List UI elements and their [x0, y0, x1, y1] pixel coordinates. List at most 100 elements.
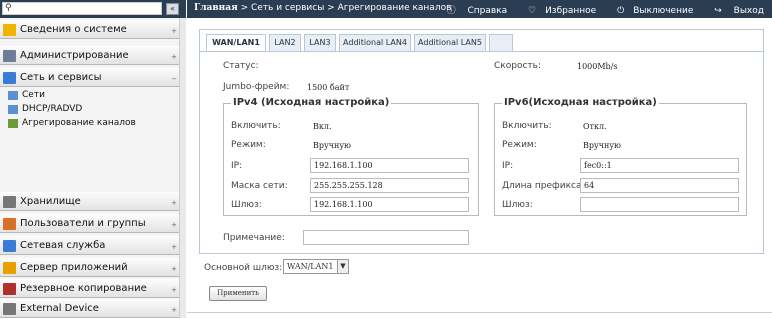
network-icon	[3, 72, 16, 84]
favorites-link[interactable]: ♡ Избранное	[519, 6, 596, 16]
users-icon	[3, 218, 16, 230]
ipv6-ip-input[interactable]: fec0::1	[580, 158, 739, 173]
sidebar-item-administration[interactable]: Администрирование +	[0, 46, 179, 65]
ipv4-gateway-input[interactable]: 192.168.1.100	[310, 197, 469, 212]
ipv4-ip-input[interactable]: 192.168.1.100	[310, 158, 469, 173]
expand-icon[interactable]: +	[171, 281, 177, 299]
ipv6-group: IPv6(Исходная настройка) Включить: Откл.…	[494, 97, 747, 216]
logout-label: Выход	[733, 6, 764, 16]
ipv4-mask-input[interactable]: 255.255.255.128	[310, 178, 469, 193]
network-service-icon	[3, 240, 16, 252]
ipv4-mode-label: Режим:	[231, 140, 266, 150]
tools-icon	[3, 50, 16, 62]
favorites-label: Избранное	[545, 6, 597, 16]
info-icon	[3, 24, 16, 36]
sidebar-item-label: Администрирование	[20, 50, 129, 61]
search-bar: ⚲ «	[0, 0, 186, 18]
shutdown-label: Выключение	[633, 6, 694, 16]
logout-link[interactable]: ↪ Выход	[705, 6, 764, 16]
default-gateway-label: Основной шлюз:	[204, 263, 283, 273]
apply-button[interactable]: Применить	[209, 286, 267, 301]
help-link[interactable]: ⓘ Справка	[438, 6, 508, 16]
sidebar-subitem-link-aggregation[interactable]: Агрегирование каналов	[8, 118, 136, 129]
tab-extra[interactable]	[489, 34, 513, 51]
sidebar-item-backup[interactable]: Резервное копирование +	[0, 279, 179, 298]
expand-icon[interactable]: +	[171, 238, 177, 256]
tab-additional-lan5[interactable]: Additional LAN5	[414, 34, 486, 51]
logout-icon: ↪	[714, 6, 722, 16]
help-label: Справка	[467, 6, 508, 16]
expand-icon[interactable]: +	[171, 48, 177, 66]
status-label: Статус:	[223, 61, 259, 71]
sidebar-subitem-dhcp[interactable]: DHCP/RADVD	[8, 104, 82, 115]
default-gateway-select[interactable]: WAN/LAN1	[283, 259, 338, 274]
ipv4-enable-value: Вкл.	[313, 122, 332, 131]
sidebar-subitem-label: DHCP/RADVD	[22, 104, 83, 114]
collapse-sidebar-button[interactable]: «	[166, 3, 179, 15]
backup-icon	[3, 283, 16, 295]
footer-divider	[187, 312, 772, 313]
sidebar-item-label: Пользователи и группы	[20, 218, 146, 229]
tab-additional-lan4[interactable]: Additional LAN4	[339, 34, 411, 51]
ipv6-gateway-label: Шлюз:	[502, 200, 533, 210]
sidebar-item-network-service[interactable]: Сетевая служба +	[0, 236, 179, 255]
sidebar-item-label: Сетевая служба	[20, 240, 106, 251]
ipv6-prefix-label: Длина префикса:	[502, 181, 585, 191]
expand-icon[interactable]: +	[171, 22, 177, 40]
expand-icon[interactable]: +	[171, 260, 177, 278]
sidebar-item-label: Сведения о системе	[20, 24, 127, 35]
settings-panel: WAN/LAN1 LAN2 LAN3 Additional LAN4 Addit…	[199, 29, 764, 254]
ipv6-gateway-input[interactable]	[580, 197, 739, 212]
shutdown-link[interactable]: ⏻ Выключение	[608, 6, 693, 16]
sidebar-subitem-networks[interactable]: Сети	[8, 90, 45, 101]
search-icon: ⚲	[5, 3, 12, 13]
ipv6-enable-value: Откл.	[583, 122, 607, 131]
note-input[interactable]	[303, 230, 469, 245]
expand-icon[interactable]: +	[171, 216, 177, 234]
speed-value: 1000Mb/s	[577, 62, 618, 71]
help-icon: ⓘ	[446, 6, 456, 16]
note-label: Примечание:	[223, 233, 285, 243]
dhcp-icon	[8, 105, 18, 114]
sidebar-item-network-services[interactable]: Сеть и сервисы −	[0, 68, 179, 87]
heart-icon: ♡	[528, 6, 537, 16]
sidebar: ⚲ « Сведения о системе + Администрирован…	[0, 0, 186, 318]
network-icon	[8, 91, 18, 100]
jumbo-frame-value: 1500 байт	[307, 83, 350, 92]
tab-lan3[interactable]: LAN3	[304, 34, 336, 51]
sidebar-subitem-label: Сети	[22, 90, 45, 100]
sidebar-item-system-info[interactable]: Сведения о системе +	[0, 20, 179, 39]
tab-lan2[interactable]: LAN2	[269, 34, 301, 51]
expand-icon[interactable]: +	[171, 194, 177, 212]
power-icon: ⏻	[617, 6, 625, 16]
ipv4-enable-label: Включить:	[231, 121, 281, 131]
collapse-icon[interactable]: −	[171, 70, 177, 88]
sidebar-subitem-label: Агрегирование каналов	[22, 118, 136, 128]
jumbo-frame-label: Jumbo-фрейм:	[223, 82, 290, 92]
sidebar-item-users-groups[interactable]: Пользователи и группы +	[0, 214, 179, 233]
sidebar-scrollbar[interactable]	[179, 18, 186, 318]
sidebar-item-app-server[interactable]: Сервер приложений +	[0, 258, 179, 277]
top-bar: Главная > Сеть и сервисы > Агрегирование…	[187, 0, 772, 18]
chevron-down-icon[interactable]: ▼	[337, 259, 349, 274]
tab-wan-lan1[interactable]: WAN/LAN1	[206, 34, 266, 52]
link-aggregation-icon	[8, 119, 18, 128]
breadcrumb-path: > Сеть и сервисы > Агрегирование каналов	[237, 3, 452, 13]
expand-icon[interactable]: +	[171, 301, 177, 319]
storage-icon	[3, 196, 16, 208]
app-server-icon	[3, 262, 16, 274]
ipv4-group-title: IPv4 (Исходная настройка)	[231, 97, 392, 108]
search-input[interactable]: ⚲	[2, 2, 162, 15]
top-links: ⓘ Справка ♡ Избранное ⏻ Выключение ↪ Выход	[429, 3, 764, 16]
ipv4-group: IPv4 (Исходная настройка) Включить: Вкл.…	[223, 97, 479, 216]
sidebar-item-label: Хранилище	[20, 196, 81, 207]
breadcrumb-home-link[interactable]: Главная	[194, 3, 238, 13]
ipv6-prefix-input[interactable]: 64	[580, 178, 739, 193]
speed-label: Скорость:	[494, 61, 541, 71]
sidebar-item-external-device[interactable]: External Device +	[0, 299, 179, 318]
external-device-icon	[3, 303, 16, 315]
ipv6-ip-label: IP:	[502, 161, 514, 171]
sidebar-item-label: Резервное копирование	[20, 283, 147, 294]
ipv6-mode-label: Режим:	[502, 140, 537, 150]
sidebar-item-storage[interactable]: Хранилище +	[0, 192, 179, 211]
